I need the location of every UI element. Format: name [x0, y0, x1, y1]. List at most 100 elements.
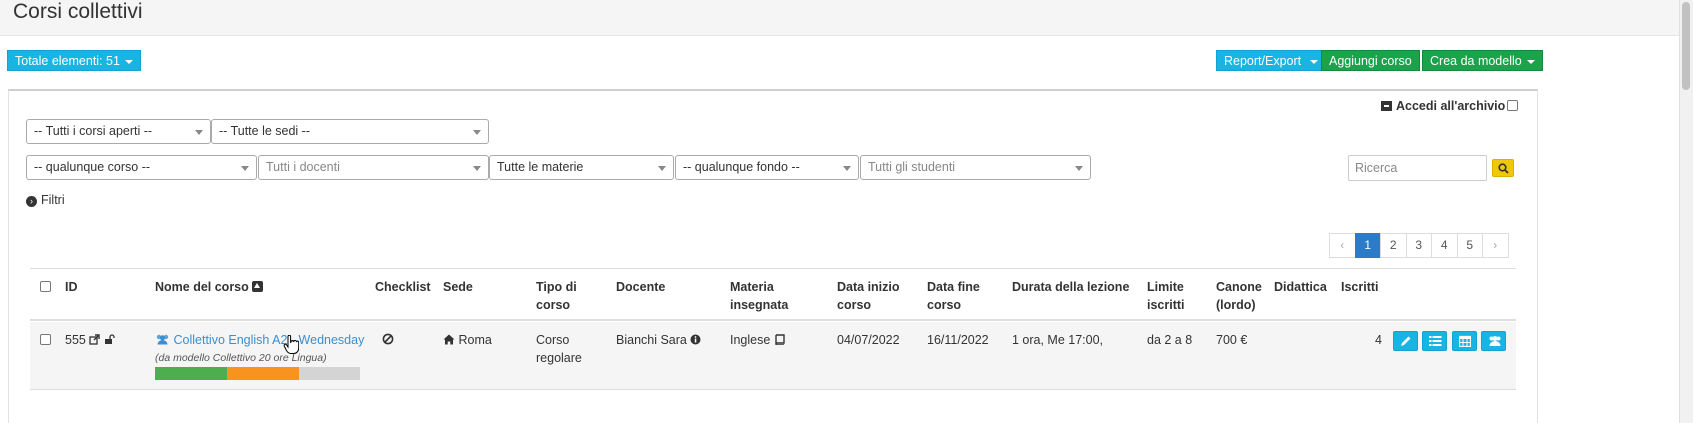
subject-filter-select[interactable]: Tutte le materie — [489, 155, 674, 180]
report-export-button[interactable]: Report/Export — [1216, 50, 1322, 71]
col-teacher[interactable]: Docente — [616, 278, 665, 296]
filters-toggle[interactable]: › Filtri — [26, 193, 65, 207]
row-checkbox[interactable] — [40, 334, 51, 345]
subject-value: Inglese — [730, 333, 771, 347]
page-3[interactable]: 3 — [1405, 233, 1432, 258]
course-filter-select[interactable]: -- qualunque corso -- — [26, 155, 257, 180]
student-filter-select[interactable]: Tutti gli studenti — [860, 155, 1091, 180]
page-prev[interactable]: ‹ — [1329, 233, 1356, 258]
total-elements-label: Totale elementi: 51 — [15, 54, 120, 68]
col-start-line2: corso — [837, 298, 872, 312]
book-icon — [775, 334, 785, 346]
add-course-button[interactable]: Aggiungi corso — [1321, 50, 1420, 71]
table-row: 555 Collettivo English A2 - Wednesday (d… — [30, 322, 1516, 390]
table-header: ID Nome del corso Checklist Sede Tipo di… — [30, 268, 1516, 321]
caret-down-icon — [124, 59, 133, 64]
enrolled-cell: 4 — [1375, 333, 1382, 347]
fund-filter-value: -- qualunque fondo -- — [683, 160, 800, 174]
col-enrolled[interactable]: Iscritti — [1341, 278, 1379, 296]
page-title: Corsi collettivi — [13, 0, 143, 23]
location-filter-select[interactable]: -- Tutte le sedi -- — [211, 119, 489, 144]
archive-checkbox[interactable] — [1507, 100, 1519, 111]
col-checklist[interactable]: Checklist — [375, 278, 431, 296]
scrollbar-thumb[interactable] — [1682, 2, 1690, 90]
col-end[interactable]: Data fine corso — [927, 278, 980, 314]
progress-segment-orange — [226, 367, 299, 380]
col-name[interactable]: Nome del corso — [155, 278, 263, 296]
archive-label: Accedi all'archivio — [1396, 99, 1506, 113]
total-elements-dropdown[interactable]: Totale elementi: 51 — [7, 50, 141, 71]
location-filter-value: -- Tutte le sedi -- — [219, 124, 310, 138]
page-5[interactable]: 5 — [1456, 233, 1483, 258]
dropdown-arrow-icon — [473, 166, 481, 171]
course-name-link[interactable]: Collettivo English A2 - Wednesday — [155, 331, 364, 349]
unlock-icon[interactable] — [104, 334, 115, 345]
teacher-filter-select[interactable]: Tutti i docenti — [258, 155, 489, 180]
caret-down-icon — [1526, 59, 1535, 64]
fund-filter-select[interactable]: -- qualunque fondo -- — [675, 155, 859, 180]
status-filter-value: -- Tutti i corsi aperti -- — [34, 124, 153, 138]
select-all-checkbox[interactable] — [40, 281, 51, 292]
col-type-line1: Tipo di — [536, 280, 577, 294]
dropdown-arrow-icon — [241, 166, 249, 171]
external-link-icon[interactable] — [89, 334, 101, 345]
page-4[interactable]: 4 — [1431, 233, 1458, 258]
edit-button[interactable] — [1393, 331, 1418, 351]
row-name-cell: Collettivo English A2 - Wednesday (da mo… — [155, 331, 364, 367]
type-line1: Corso — [536, 333, 570, 347]
hand-cursor-icon — [283, 335, 299, 354]
pagination: ‹ 1 2 3 4 5 › — [1329, 233, 1509, 258]
start-date-cell: 04/07/2022 — [837, 333, 900, 347]
col-start[interactable]: Data inizio corso — [837, 278, 900, 314]
users-icon — [156, 334, 169, 345]
col-limit-line1: Limite — [1147, 280, 1184, 294]
lessons-list-button[interactable] — [1422, 331, 1447, 351]
col-limit[interactable]: Limite iscritti — [1147, 278, 1185, 314]
scrollbar[interactable] — [1679, 0, 1693, 423]
col-location[interactable]: Sede — [443, 278, 473, 296]
student-filter-value: Tutti gli studenti — [868, 160, 956, 174]
title-bar — [0, 0, 1693, 36]
search-button[interactable] — [1492, 159, 1514, 177]
dropdown-arrow-icon — [473, 130, 481, 135]
col-limit-line2: iscritti — [1147, 298, 1185, 312]
sort-icon[interactable] — [251, 281, 263, 292]
calendar-button[interactable] — [1452, 331, 1477, 351]
ban-icon[interactable] — [382, 333, 394, 345]
course-filter-value: -- qualunque corso -- — [34, 160, 151, 174]
status-filter-select[interactable]: -- Tutti i corsi aperti -- — [26, 119, 211, 144]
col-fee[interactable]: Canone (lordo) — [1216, 278, 1262, 314]
checklist-cell — [382, 332, 394, 350]
list-icon — [1429, 336, 1442, 346]
page-1[interactable]: 1 — [1354, 233, 1381, 258]
teacher-value: Bianchi Sara — [616, 333, 687, 347]
filters-label: Filtri — [41, 193, 65, 207]
duration-cell: 1 ora, Me 17:00, — [1012, 333, 1104, 347]
row-id: 555 — [65, 333, 86, 347]
col-id[interactable]: ID — [65, 278, 78, 296]
col-fee-line2: (lordo) — [1216, 298, 1256, 312]
create-from-template-label: Crea da modello — [1430, 54, 1522, 68]
info-icon[interactable] — [690, 334, 701, 345]
col-duration[interactable]: Durata della lezione — [1012, 278, 1129, 296]
teacher-filter-value: Tutti i docenti — [266, 160, 340, 174]
col-subject[interactable]: Materia insegnata — [730, 278, 788, 314]
page-next[interactable]: › — [1482, 233, 1509, 258]
col-end-line1: Data fine — [927, 280, 980, 294]
subject-filter-value: Tutte le materie — [497, 160, 584, 174]
create-from-template-button[interactable]: Crea da modello — [1422, 50, 1543, 71]
col-teaching[interactable]: Didattica — [1274, 278, 1327, 296]
col-fee-line1: Canone — [1216, 280, 1262, 294]
location-cell: Roma — [443, 331, 492, 349]
col-subject-line1: Materia — [730, 280, 774, 294]
search-input[interactable]: Ricerca — [1348, 155, 1487, 181]
archive-icon — [1381, 101, 1392, 111]
col-name-label: Nome del corso — [155, 280, 249, 294]
page-2[interactable]: 2 — [1380, 233, 1407, 258]
dropdown-arrow-icon — [658, 166, 666, 171]
col-type[interactable]: Tipo di corso — [536, 278, 577, 314]
archive-toggle[interactable]: Accedi all'archivio — [1381, 99, 1519, 113]
users-icon — [1489, 336, 1501, 346]
students-button[interactable] — [1481, 331, 1506, 351]
subject-cell: Inglese — [730, 331, 785, 349]
